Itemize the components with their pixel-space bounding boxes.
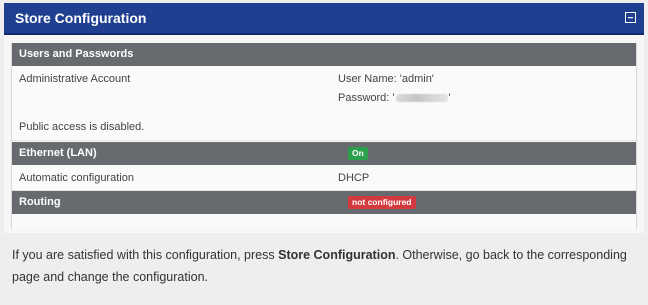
admin-account-row: Administrative Account User Name: 'admin… [12, 66, 636, 119]
panel-title: Store Configuration [15, 10, 147, 26]
routing-status-badge: not configured [348, 196, 416, 209]
ethernet-status-badge: On [348, 147, 368, 160]
note-text-before: If you are satisfied with this configura… [12, 248, 279, 262]
confirmation-note: If you are satisfied with this configura… [12, 244, 632, 288]
section-header-users: Users and Passwords [12, 43, 636, 66]
auto-config-value: DHCP [338, 172, 370, 184]
section-title-routing: Routing [19, 196, 61, 208]
auto-config-row: Automatic configuration DHCP [12, 165, 636, 191]
section-header-routing: Routing not configured [12, 191, 636, 214]
store-configuration-panel: Store Configuration Users and Passwords … [4, 3, 644, 233]
admin-account-label: Administrative Account [19, 73, 131, 85]
password-suffix: ' [448, 92, 451, 104]
minus-square-icon[interactable] [625, 12, 636, 23]
username-value: 'admin' [399, 73, 434, 85]
configuration-summary: Users and Passwords Administrative Accou… [11, 43, 637, 229]
panel-titlebar: Store Configuration [4, 3, 644, 35]
auto-config-label: Automatic configuration [19, 172, 134, 184]
section-title-users: Users and Passwords [19, 48, 134, 60]
redacted-password [395, 94, 448, 103]
public-access-text: Public access is disabled. [19, 121, 145, 133]
section-header-ethernet: Ethernet (LAN) On [12, 142, 636, 165]
note-emphasis: Store Configuration [278, 248, 396, 262]
section-title-ethernet: Ethernet (LAN) [19, 147, 97, 159]
password-prefix: Password: ' [338, 92, 395, 104]
password-line: Password: ' ' [338, 92, 451, 104]
username-prefix: User Name: [338, 73, 400, 85]
public-access-row: Public access is disabled. [12, 119, 636, 141]
username-line: User Name: 'admin' [338, 73, 434, 85]
